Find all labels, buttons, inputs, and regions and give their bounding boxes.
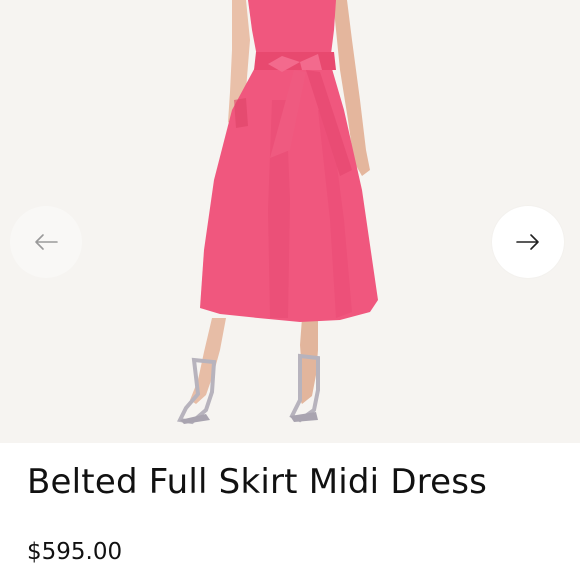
arrow-right-icon	[516, 234, 539, 250]
left-shoe-sole	[180, 414, 210, 424]
next-image-button[interactable]	[492, 206, 564, 278]
previous-image-button[interactable]	[10, 206, 82, 278]
product-image-gallery	[0, 0, 580, 443]
arrow-left-icon	[35, 234, 58, 250]
product-price: $595.00	[27, 539, 123, 565]
product-photo	[177, 0, 378, 425]
dress-pocket	[234, 98, 248, 128]
product-title: Belted Full Skirt Midi Dress	[27, 462, 488, 502]
